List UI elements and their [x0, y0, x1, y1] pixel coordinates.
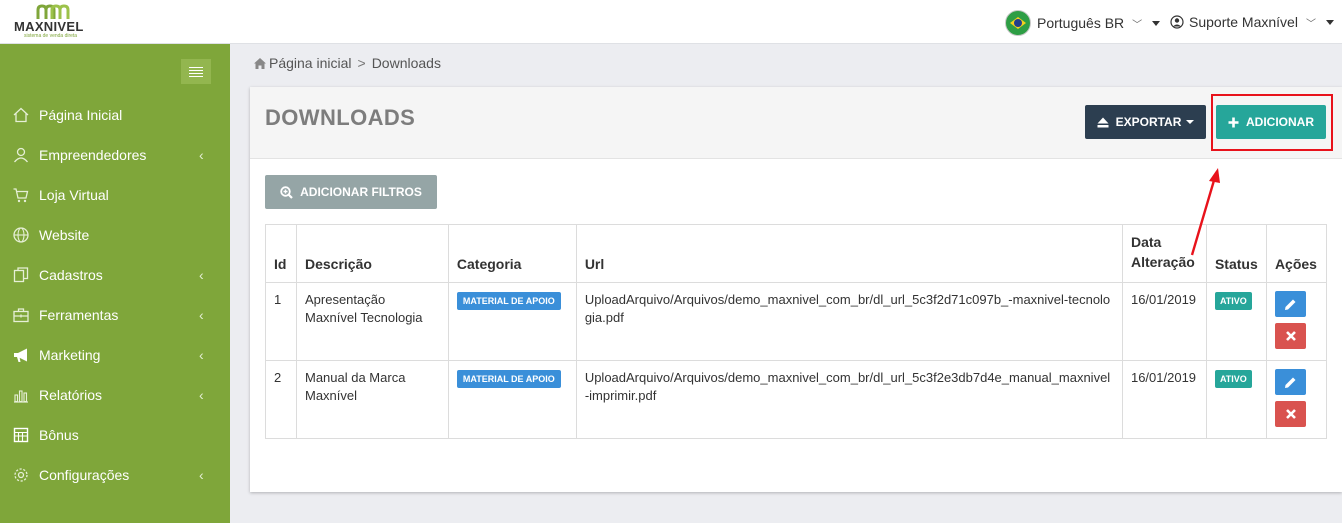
col-id[interactable]: Id [265, 224, 297, 283]
annotation-arrow-icon [1190, 168, 1220, 256]
cell-descricao: Apresentação Maxnível Tecnologia [295, 282, 449, 361]
chevron-left-icon: ‹ [199, 267, 204, 283]
col-categoria[interactable]: Categoria [447, 224, 577, 283]
chevron-down-icon: ﹀ [1132, 19, 1143, 31]
cell-acoes [1265, 282, 1328, 361]
sidebar-item-ferramentas[interactable]: Ferramentas ‹ [0, 295, 230, 335]
table-row: 2 Manual da Marca Maxnível MATERIAL DE A… [265, 360, 1328, 439]
export-button[interactable]: EXPORTAR [1085, 105, 1206, 139]
highlight-box [1211, 94, 1333, 151]
caret-down-icon [1152, 20, 1161, 26]
delete-button[interactable] [1274, 401, 1306, 427]
cell-descricao: Manual da Marca Maxnível [295, 360, 449, 439]
add-filters-button[interactable]: ADICIONAR FILTROS [265, 175, 437, 209]
cell-id: 2 [265, 360, 297, 439]
col-acoes: Ações [1265, 224, 1328, 283]
sidebar-item-configuracoes[interactable]: Configurações ‹ [0, 455, 230, 495]
pencil-icon [1284, 299, 1296, 310]
sidebar-item-relatorios[interactable]: Relatórios ‹ [0, 375, 230, 415]
breadcrumb-home-link[interactable]: Página inicial [269, 55, 352, 71]
gear-icon [12, 466, 30, 484]
chevron-left-icon: ‹ [199, 387, 204, 403]
sidebar: Página Inicial Empreendedores ‹ Loja Vir… [0, 44, 230, 523]
page-title: DOWNLOADS [265, 105, 416, 130]
bar-chart-icon [12, 386, 30, 404]
sidebar-item-bonus[interactable]: Bônus [0, 415, 230, 455]
sidebar-item-empreendedores[interactable]: Empreendedores ‹ [0, 135, 230, 175]
caret-down-icon [1186, 120, 1195, 124]
downloads-table: Id Descrição Categoria Url Data Alteraçã… [265, 224, 1328, 439]
chevron-left-icon: ‹ [199, 467, 204, 483]
delete-button[interactable] [1274, 323, 1306, 349]
export-label: EXPORTAR [1115, 115, 1182, 129]
add-filters-label: ADICIONAR FILTROS [300, 185, 422, 199]
col-descricao[interactable]: Descrição [295, 224, 449, 283]
chevron-left-icon: ‹ [199, 147, 204, 163]
language-selector[interactable]: Português BR ﹀ [1005, 10, 1161, 36]
home-icon [254, 57, 266, 69]
category-badge: MATERIAL DE APOIO [456, 292, 561, 310]
breadcrumb: Página inicial > Downloads [253, 55, 441, 71]
user-name: Suporte Maxnível [1189, 14, 1298, 30]
user-menu[interactable]: Suporte Maxnível ﹀ [1170, 12, 1334, 32]
close-icon [1286, 409, 1296, 419]
cell-data: 16/01/2019 [1121, 360, 1207, 439]
chevron-left-icon: ‹ [199, 307, 204, 323]
chevron-down-icon: ﹀ [1305, 18, 1316, 30]
cell-categoria: MATERIAL DE APOIO [447, 282, 577, 361]
col-url[interactable]: Url [575, 224, 1123, 283]
home-icon [12, 106, 30, 124]
panel-header: DOWNLOADS EXPORTAR ADICIONAR [250, 87, 1342, 159]
cell-url[interactable]: UploadArquivo/Arquivos/demo_maxnivel_com… [575, 360, 1123, 439]
brazil-flag-icon [1005, 10, 1031, 36]
edit-button[interactable] [1274, 291, 1306, 317]
logo-text: MAXNIVEL [14, 19, 84, 34]
user-circle-icon [1170, 15, 1184, 29]
globe-icon [12, 226, 30, 244]
cell-url[interactable]: UploadArquivo/Arquivos/demo_maxnivel_com… [575, 282, 1123, 361]
edit-button[interactable] [1274, 369, 1306, 395]
eject-icon [1097, 117, 1109, 127]
category-badge: MATERIAL DE APOIO [456, 370, 561, 388]
cart-icon [12, 186, 30, 204]
pencil-icon [1284, 377, 1296, 388]
cell-status: ATIVO [1205, 360, 1267, 439]
status-badge: ATIVO [1214, 292, 1252, 310]
table-row: 1 Apresentação Maxnível Tecnologia MATER… [265, 282, 1328, 361]
cell-id: 1 [265, 282, 297, 361]
cell-acoes [1265, 360, 1328, 439]
cell-status: ATIVO [1205, 282, 1267, 361]
bullhorn-icon [12, 346, 30, 364]
table-header-row: Id Descrição Categoria Url Data Alteraçã… [265, 224, 1328, 283]
toolbox-icon [12, 306, 30, 324]
language-label: Português BR [1037, 15, 1125, 31]
calculator-icon [12, 426, 30, 444]
caret-down-icon [1325, 19, 1334, 25]
breadcrumb-current: Downloads [371, 55, 441, 71]
cell-categoria: MATERIAL DE APOIO [447, 360, 577, 439]
breadcrumb-separator: > [357, 55, 366, 71]
brand-logo[interactable]: MAXNIVEL sistema de venda direta [14, 4, 94, 39]
user-icon [12, 146, 30, 164]
chevron-left-icon: ‹ [199, 347, 204, 363]
close-icon [1286, 331, 1296, 341]
downloads-panel: DOWNLOADS EXPORTAR ADICIONAR ADICIONAR F… [250, 87, 1342, 492]
sidebar-item-website[interactable]: Website [0, 215, 230, 255]
sidebar-item-cadastros[interactable]: Cadastros ‹ [0, 255, 230, 295]
sidebar-item-marketing[interactable]: Marketing ‹ [0, 335, 230, 375]
top-bar: MAXNIVEL sistema de venda direta Portugu… [0, 0, 1342, 44]
menu-toggle-icon[interactable] [181, 59, 211, 84]
sidebar-item-pagina-inicial[interactable]: Página Inicial [0, 95, 230, 135]
sidebar-item-loja-virtual[interactable]: Loja Virtual [0, 175, 230, 215]
logo-tagline: sistema de venda direta [24, 33, 78, 39]
status-badge: ATIVO [1214, 370, 1252, 388]
copy-icon [12, 266, 30, 284]
logo-mark-icon [36, 4, 70, 19]
search-plus-icon [280, 185, 293, 199]
cell-data: 16/01/2019 [1121, 282, 1207, 361]
